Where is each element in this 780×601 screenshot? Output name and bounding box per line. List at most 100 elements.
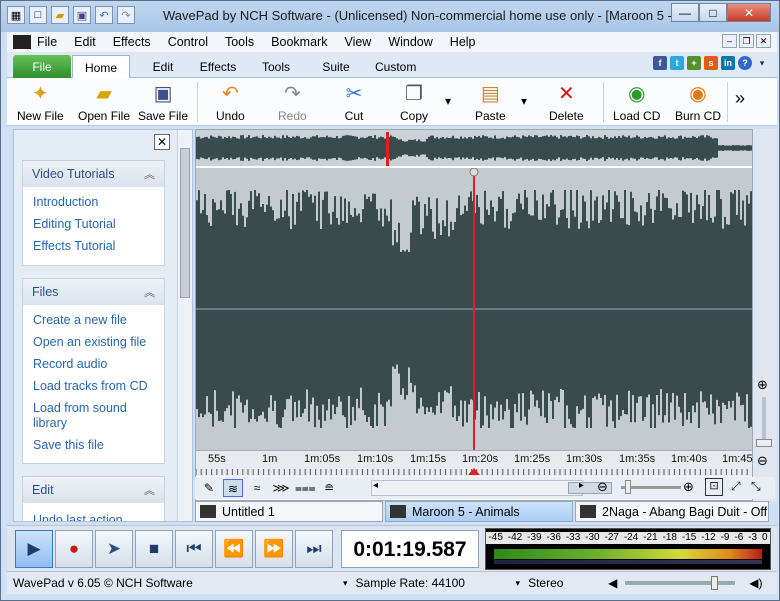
channels-text[interactable]: Stereo xyxy=(528,576,598,590)
align-center-icon[interactable]: ≘ xyxy=(319,479,339,497)
menu-help[interactable]: Help xyxy=(450,35,476,49)
align-left-icon[interactable]: ⩶ xyxy=(295,479,316,497)
new-file-button[interactable]: ✦ New File xyxy=(17,80,64,124)
menu-bookmark[interactable]: Bookmark xyxy=(271,35,327,49)
zoom-in-icon[interactable]: ⊕ xyxy=(683,479,694,495)
burn-cd-button[interactable]: ◉ Burn CD xyxy=(675,80,721,124)
waveform-editor[interactable]: 55s 1m 1m:05s 1m:10s 1m:15s 1m:20s 1m:25… xyxy=(195,129,758,501)
delete-button[interactable]: ✕ Delete xyxy=(549,80,584,124)
go-to-end-button[interactable]: ⏭ xyxy=(295,530,333,568)
sample-rate-text[interactable]: Sample Rate: 44100 xyxy=(356,576,486,590)
tab-edit[interactable]: Edit xyxy=(144,55,182,78)
open-file-button[interactable]: ▰ Open File xyxy=(78,80,130,124)
cut-button[interactable]: ✂ Cut xyxy=(341,80,367,124)
help-icon[interactable]: ? xyxy=(738,56,752,70)
file-tab-untitled[interactable]: Untitled 1 xyxy=(195,501,383,522)
zoom-full-icon[interactable]: ⤡ xyxy=(751,479,761,494)
stop-button[interactable]: ■ xyxy=(135,530,173,568)
main-waveform[interactable] xyxy=(196,167,752,450)
link-record-audio[interactable]: Record audio xyxy=(23,353,164,375)
file-tab-2naga[interactable]: 2Naga - Abang Bagi Duit - Off xyxy=(575,501,769,522)
menu-window[interactable]: Window xyxy=(388,35,432,49)
tab-effects[interactable]: Effects xyxy=(197,55,239,78)
link-effects-tutorial[interactable]: Effects Tutorial xyxy=(23,235,164,257)
copy-dropdown-arrow[interactable]: ▾ xyxy=(445,94,451,108)
app-icon[interactable]: ▦ xyxy=(7,6,25,24)
record-button[interactable]: ● xyxy=(55,530,93,568)
open-folder-icon[interactable]: ▰ xyxy=(51,6,69,24)
plus-icon[interactable]: + xyxy=(687,56,701,70)
save-file-button[interactable]: ▣ Save File xyxy=(138,80,188,124)
scrub-button[interactable]: ➤ xyxy=(95,530,133,568)
rewind-button[interactable]: ⏪ xyxy=(215,530,253,568)
tab-custom[interactable]: Custom xyxy=(375,55,416,78)
chevron-down-icon[interactable]: ▾ xyxy=(755,56,769,70)
save-icon[interactable]: ▣ xyxy=(73,6,91,24)
spectrogram-icon[interactable]: ⋙ xyxy=(271,479,291,497)
close-icon[interactable]: ✕ xyxy=(154,134,170,150)
new-file-icon[interactable]: □ xyxy=(29,6,47,24)
twitter-icon[interactable]: t xyxy=(670,56,684,70)
timeline-ruler[interactable]: 55s 1m 1m:05s 1m:10s 1m:15s 1m:20s 1m:25… xyxy=(196,450,758,476)
chevron-down-icon[interactable]: ▾ xyxy=(343,578,348,589)
chevron-down-icon[interactable]: ▾ xyxy=(516,578,521,589)
menu-tools[interactable]: Tools xyxy=(225,35,254,49)
horizontal-zoom-thumb[interactable] xyxy=(625,480,631,494)
doc-minimize-button[interactable]: – xyxy=(722,34,737,48)
video-tutorials-header[interactable]: Video Tutorials ︽ xyxy=(23,161,164,187)
vertical-zoom-thumb[interactable] xyxy=(756,439,772,447)
link-load-sound-library[interactable]: Load from sound library xyxy=(23,397,164,434)
spectral-view-icon[interactable]: ≈ xyxy=(247,479,267,497)
waveform-overview[interactable] xyxy=(196,130,752,166)
edit-header[interactable]: Edit ︽ xyxy=(23,477,164,503)
linkedin-icon[interactable]: in xyxy=(721,56,735,70)
link-load-tracks-cd[interactable]: Load tracks from CD xyxy=(23,375,164,397)
doc-close-button[interactable]: ✕ xyxy=(756,34,771,48)
close-button[interactable]: ✕ xyxy=(727,3,771,22)
tab-suite[interactable]: Suite xyxy=(321,55,351,78)
link-editing-tutorial[interactable]: Editing Tutorial xyxy=(23,213,164,235)
paste-button[interactable]: ▤ Paste xyxy=(475,80,506,124)
go-to-start-button[interactable]: ⏮ xyxy=(175,530,213,568)
tab-tools[interactable]: Tools xyxy=(261,55,291,78)
scroll-left-icon[interactable]: ◂ xyxy=(373,480,378,491)
menu-control[interactable]: Control xyxy=(168,35,208,49)
doc-restore-button[interactable]: ❐ xyxy=(739,34,754,48)
scrollbar-thumb[interactable] xyxy=(180,148,190,298)
link-create-new-file[interactable]: Create a new file xyxy=(23,309,164,331)
playhead-cursor[interactable] xyxy=(473,168,475,450)
fast-forward-button[interactable]: ⏩ xyxy=(255,530,293,568)
undo-button[interactable]: ↶ Undo xyxy=(216,80,245,124)
zoom-out-icon[interactable]: ⊖ xyxy=(757,453,768,469)
waveform-view-icon[interactable]: ≋ xyxy=(223,479,243,497)
minimize-button[interactable]: — xyxy=(671,3,699,22)
document-icon[interactable] xyxy=(13,35,31,49)
zoom-fit-icon[interactable]: ⤢ xyxy=(731,479,741,494)
load-cd-button[interactable]: ◉ Load CD xyxy=(613,80,660,124)
tab-home[interactable]: Home xyxy=(72,55,130,78)
speaker-loud-icon[interactable]: ◀) xyxy=(749,576,762,590)
zoom-out-icon[interactable]: ⊖ xyxy=(597,479,608,495)
link-save-file[interactable]: Save this file xyxy=(23,434,164,456)
tab-file[interactable]: File xyxy=(13,55,71,78)
paste-dropdown-arrow[interactable]: ▾ xyxy=(521,94,527,108)
volume-thumb[interactable] xyxy=(711,576,719,590)
redo-button[interactable]: ↷ Redo xyxy=(278,80,307,124)
undo-icon[interactable]: ↶ xyxy=(95,6,113,24)
redo-icon[interactable]: ↷ xyxy=(117,6,135,24)
menu-edit[interactable]: Edit xyxy=(74,35,96,49)
play-button[interactable]: ▶ xyxy=(15,530,53,568)
zoom-selection-icon[interactable]: ⊡ xyxy=(705,478,723,496)
copy-button[interactable]: ❐ Copy xyxy=(400,80,428,124)
maximize-button[interactable]: □ xyxy=(699,3,727,22)
horizontal-scrollbar[interactable] xyxy=(371,480,612,496)
toolbar-overflow-button[interactable]: » xyxy=(735,88,745,109)
zoom-in-icon[interactable]: ⊕ xyxy=(757,377,768,393)
menu-effects[interactable]: Effects xyxy=(113,35,151,49)
menu-view[interactable]: View xyxy=(344,35,371,49)
speaker-icon[interactable]: ◀ xyxy=(608,576,617,590)
link-open-existing-file[interactable]: Open an existing file xyxy=(23,331,164,353)
file-tab-maroon5[interactable]: Maroon 5 - Animals xyxy=(385,501,573,522)
files-header[interactable]: Files ︽ xyxy=(23,279,164,305)
facebook-icon[interactable]: f xyxy=(653,56,667,70)
